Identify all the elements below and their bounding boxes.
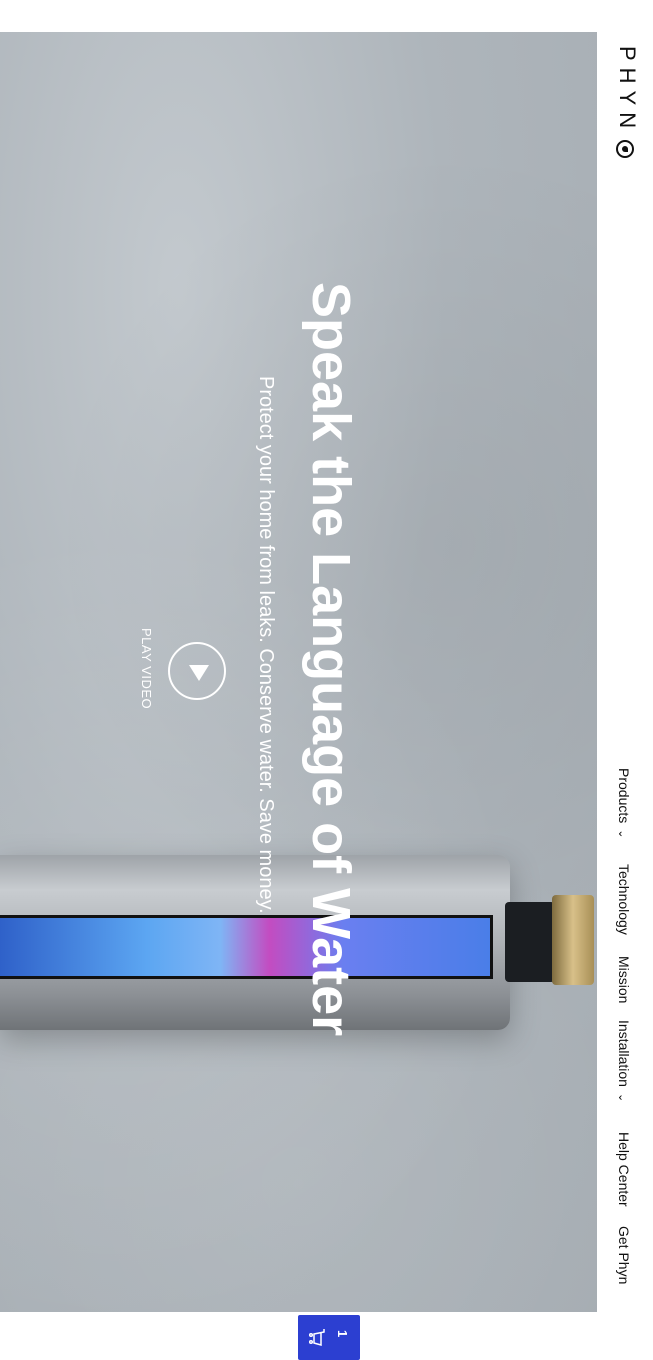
play-video-label[interactable]: PLAY VIDEO [139,628,154,709]
chevron-down-icon: ⌄ [616,1092,628,1103]
cart-count-badge: 1 [335,1330,350,1338]
hero-banner [0,32,597,1312]
hero-subhead: Protect your home from leaks. Conserve w… [255,376,277,914]
concrete-texture [0,32,597,1312]
nav-installation[interactable]: Installation ⌄ [616,1020,632,1102]
nav-technology[interactable]: Technology [616,864,632,935]
nav-help-center[interactable]: Help Center [616,1132,632,1207]
device-fitting [505,902,555,982]
play-video-button[interactable] [168,642,226,700]
hero-headline: Speak the Language of Water [301,282,361,1037]
nav-get-phyn[interactable]: Get Phyn [616,1226,632,1284]
phyn-drop-icon [616,140,634,158]
nav-products-label: Products [616,768,632,824]
brand-logo[interactable]: PHYN [614,46,640,135]
nav-mission[interactable]: Mission [616,956,632,1003]
chevron-down-icon: ⌄ [616,829,628,839]
device-led-display [0,915,493,979]
brass-fitting [552,895,594,985]
nav-installation-label: Installation [616,1020,632,1087]
play-icon [189,665,209,681]
nav-products[interactable]: Products ⌄ [616,768,632,838]
cart-icon [308,1329,325,1346]
